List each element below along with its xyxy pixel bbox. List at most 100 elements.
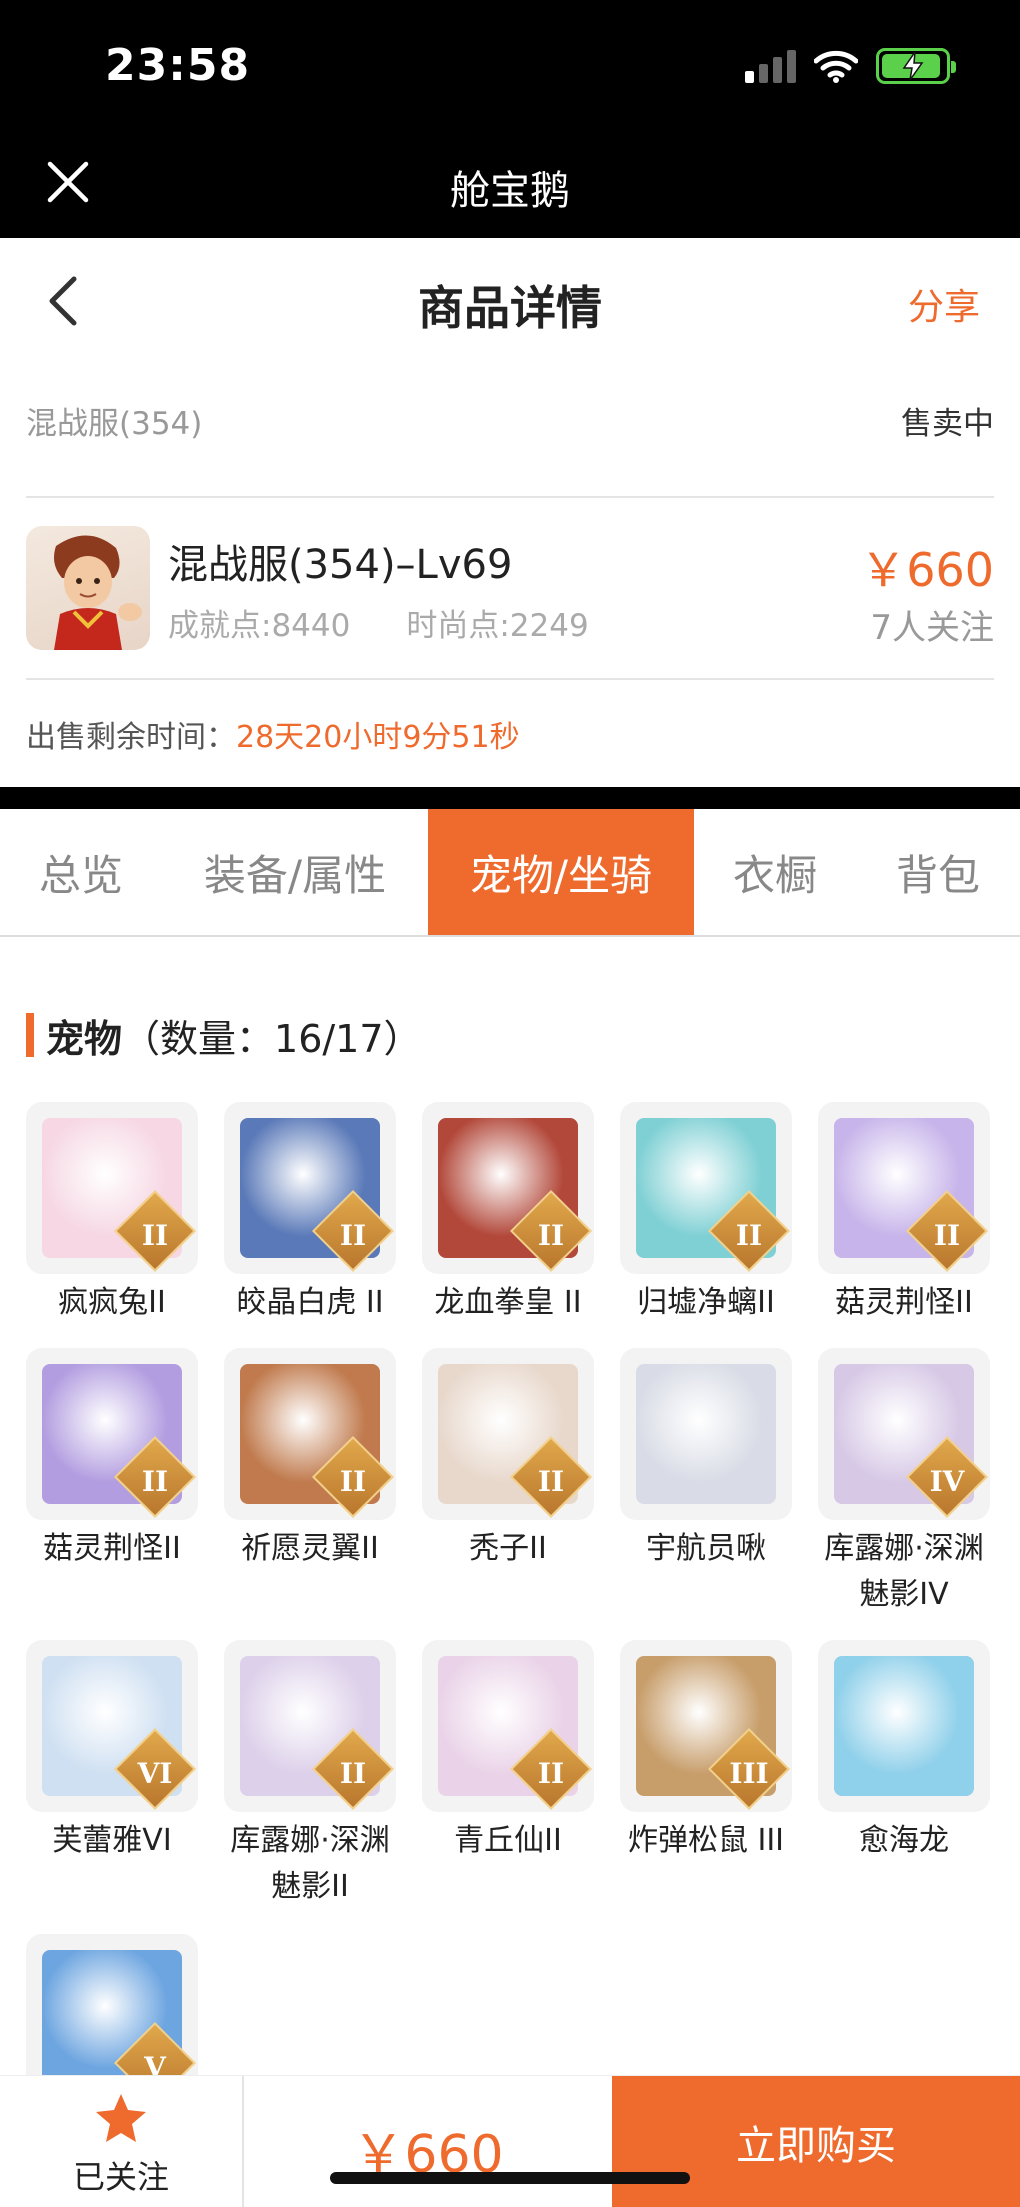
pet-card[interactable]: II 青丘仙II — [422, 1640, 594, 1864]
pet-name: 归墟净螭II — [637, 1285, 775, 1320]
pet-name: 疯疯兔II — [58, 1285, 166, 1320]
pet-card[interactable]: II 秃子II — [422, 1348, 594, 1572]
character-avatar — [26, 526, 150, 650]
pet-image: II — [422, 1348, 594, 1520]
tab-bar: 总览 装备/属性 宠物/坐骑 衣橱 背包 — [0, 809, 1020, 937]
pets-section-title: 宠物 （数量：16/17） — [26, 1010, 422, 1061]
sale-status: 售卖中 — [901, 405, 994, 442]
grade-badge-text: II — [339, 1465, 367, 1498]
pet-card[interactable]: II 疯疯兔II — [26, 1102, 198, 1326]
grade-badge-text: II — [735, 1219, 763, 1252]
star-icon — [96, 2094, 146, 2142]
signal-icon — [745, 49, 796, 83]
tab-pets-mounts[interactable]: 宠物/坐骑 — [428, 809, 694, 935]
pet-image: II — [818, 1102, 990, 1274]
app-header: 舱宝鹅 — [0, 130, 1020, 238]
pet-name: 库露娜·深渊魅影IV — [824, 1531, 984, 1612]
status-bar: 23:58 — [0, 0, 1020, 130]
pet-card[interactable]: II 库露娜·深渊魅影II — [224, 1640, 396, 1910]
achievement-points: 成就点:8440 — [168, 608, 351, 644]
grade-badge-text: II — [339, 1219, 367, 1252]
tab-backpack[interactable]: 背包 — [856, 809, 1020, 935]
grade-badge-text: VI — [137, 1757, 173, 1790]
remaining-time-row: 出售剩余时间：28天20小时9分51秒 — [26, 712, 520, 756]
share-button[interactable]: 分享 — [908, 278, 980, 330]
section-separator — [0, 787, 1020, 809]
pet-card[interactable]: VI 芙蕾雅VI — [26, 1640, 198, 1864]
pet-name: 青丘仙II — [454, 1823, 562, 1858]
pet-image: II — [224, 1102, 396, 1274]
pet-card[interactable]: II 菇灵荆怪II — [818, 1102, 990, 1326]
pet-name: 秃子II — [469, 1531, 547, 1566]
pet-card[interactable]: IV 库露娜·深渊魅影IV — [818, 1348, 990, 1618]
grade-badge-text: II — [537, 1219, 565, 1252]
divider — [26, 496, 994, 498]
pet-card[interactable]: II 归墟净螭II — [620, 1102, 792, 1326]
pet-image: II — [224, 1640, 396, 1812]
server-name: 混战服(354) — [26, 405, 203, 442]
pet-card[interactable]: II 祈愿灵翼II — [224, 1348, 396, 1572]
follower-count: 7人关注 — [870, 608, 994, 648]
page-title: 商品详情 — [418, 281, 602, 335]
grade-badge-text: II — [537, 1757, 565, 1790]
pet-portrait — [636, 1364, 776, 1504]
server-row: 混战服(354) 售卖中 — [26, 390, 994, 450]
follow-button[interactable]: 已关注 — [0, 2076, 244, 2207]
pet-name: 宇航员啾 — [646, 1531, 766, 1566]
follow-label: 已关注 — [72, 2158, 169, 2196]
grade-badge-text: II — [141, 1219, 169, 1252]
tab-overview[interactable]: 总览 — [0, 809, 162, 935]
pet-image — [818, 1640, 990, 1812]
pet-card[interactable]: II 菇灵荆怪II — [26, 1348, 198, 1572]
grade-badge-text: IV — [929, 1465, 965, 1498]
grade-badge-text: II — [933, 1219, 961, 1252]
product-stats: 成就点:8440 时尚点:2249 — [168, 600, 589, 645]
grade-badge-text: II — [141, 1465, 169, 1498]
buy-now-button[interactable]: 立即购买 — [612, 2076, 1020, 2207]
product-name: 混战服(354)–Lv69 — [168, 542, 513, 588]
pet-name: 库露娜·深渊魅影II — [230, 1823, 390, 1904]
tab-wardrobe[interactable]: 衣橱 — [694, 809, 856, 935]
divider — [26, 678, 994, 680]
pet-image: II — [26, 1102, 198, 1274]
bottom-bar: 已关注 ￥660 立即购买 — [0, 2075, 1020, 2207]
pet-card[interactable]: II 皎晶白虎 II — [224, 1102, 396, 1326]
pet-name: 炸弹松鼠 III — [627, 1823, 785, 1858]
pet-image: II — [422, 1640, 594, 1812]
pet-image: II — [26, 1348, 198, 1520]
tab-equipment[interactable]: 装备/属性 — [162, 809, 428, 935]
pet-card[interactable]: III 炸弹松鼠 III — [620, 1640, 792, 1864]
section-accent-bar — [26, 1013, 34, 1057]
product-price: ￥660 — [860, 543, 994, 597]
pet-name: 愈海龙 — [859, 1823, 949, 1858]
pet-card[interactable]: II 龙血拳皇 II — [422, 1102, 594, 1326]
status-icons — [745, 48, 956, 84]
pet-image: II — [620, 1102, 792, 1274]
pet-name: 菇灵荆怪II — [43, 1531, 181, 1566]
fashion-points: 时尚点:2249 — [406, 608, 589, 644]
pet-image: III — [620, 1640, 792, 1812]
pet-name: 芙蕾雅VI — [52, 1823, 172, 1858]
grade-badge-text: II — [339, 1757, 367, 1790]
pet-card[interactable]: 宇航员啾 — [620, 1348, 792, 1572]
home-indicator — [330, 2172, 690, 2184]
remaining-time: 28天20小时9分51秒 — [236, 720, 520, 755]
app-title: 舱宝鹅 — [450, 168, 570, 214]
grade-badge-text: III — [729, 1757, 769, 1790]
pet-image: II — [422, 1102, 594, 1274]
section-title-text: 宠物 — [46, 1016, 123, 1061]
pet-name: 皎晶白虎 II — [236, 1285, 384, 1320]
section-count: （数量：16/17） — [122, 1016, 422, 1061]
pet-image — [620, 1348, 792, 1520]
pet-portrait — [834, 1656, 974, 1796]
pet-name: 龙血拳皇 II — [434, 1285, 582, 1320]
page-nav: 商品详情 分享 — [0, 238, 1020, 366]
pet-image: VI — [26, 1640, 198, 1812]
remaining-label: 出售剩余时间： — [26, 720, 236, 755]
battery-icon — [876, 48, 956, 84]
grade-badge-text: II — [537, 1465, 565, 1498]
pet-image: II — [224, 1348, 396, 1520]
pet-image: IV — [818, 1348, 990, 1520]
pet-card[interactable]: 愈海龙 — [818, 1640, 990, 1864]
wifi-icon — [814, 50, 858, 83]
